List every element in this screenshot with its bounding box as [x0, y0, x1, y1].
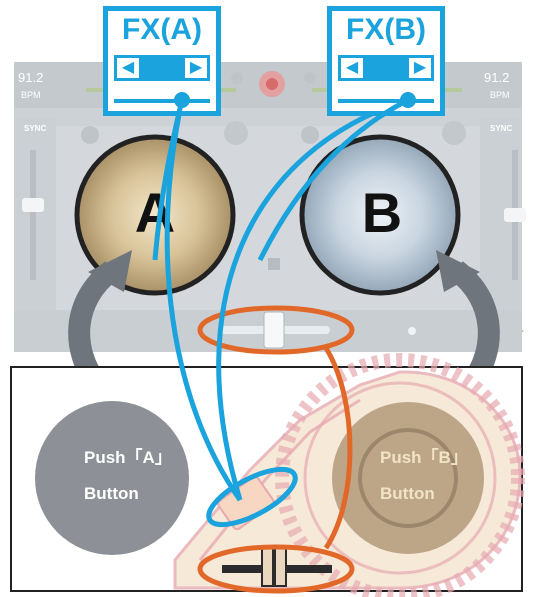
push-b-button[interactable]: [332, 402, 484, 554]
info-icon[interactable]: [304, 72, 316, 84]
push-b-label-line1: Push「B」: [380, 447, 468, 467]
cue-dot-icon[interactable]: [408, 327, 416, 335]
fx-b-underline: [338, 99, 434, 103]
deck-b-letter: B: [362, 181, 402, 244]
dj-controller-diagram: 91.2 BPM 91.2 BPM SYNC SYNC A B Push「A」 …: [10, 62, 526, 597]
right-pitch-fader[interactable]: [504, 208, 526, 222]
screen-crossfader-knob[interactable]: [263, 311, 285, 349]
fx-b-right-arrow-icon[interactable]: ▶: [409, 58, 431, 78]
push-a-label-line1: Push「A」: [84, 447, 172, 467]
fx-b-slider[interactable]: ◀ ▶: [338, 55, 434, 81]
sync-label-left[interactable]: SYNC: [24, 124, 46, 133]
controller-panel: [10, 353, 525, 597]
bpm-value-left: 91.2: [18, 70, 43, 85]
fx-b-left-arrow-icon[interactable]: ◀: [341, 58, 363, 78]
fx-a-left-arrow-icon[interactable]: ◀: [117, 58, 139, 78]
fx-a-title: FX(A): [122, 13, 202, 46]
push-a-button[interactable]: [35, 401, 189, 555]
push-a-label-line2: Button: [84, 484, 139, 503]
fx-a-slider[interactable]: ◀ ▶: [114, 55, 210, 81]
bpm-unit-left: BPM: [21, 90, 41, 100]
settings-icon[interactable]: [231, 72, 243, 84]
fx-a-callout: FX(A) ◀ ▶: [103, 6, 221, 116]
left-pitch-fader[interactable]: [22, 198, 44, 212]
left-pitch-track: [30, 150, 36, 280]
fx-b-title: FX(B): [346, 13, 426, 46]
grid-icon[interactable]: [268, 258, 280, 270]
headphones-icon-left[interactable]: [224, 121, 248, 145]
push-b-label-line2: Button: [380, 484, 435, 503]
sync-label-right[interactable]: SYNC: [490, 124, 512, 133]
fx-b-callout: FX(B) ◀ ▶: [327, 6, 445, 116]
headphones-icon-right[interactable]: [442, 121, 466, 145]
music-note-icon-right[interactable]: [301, 126, 319, 144]
bpm-value-right: 91.2: [484, 70, 509, 85]
fx-a-underline: [114, 99, 210, 103]
bpm-unit-right: BPM: [490, 90, 510, 100]
music-note-icon-left[interactable]: [81, 126, 99, 144]
fx-a-right-arrow-icon[interactable]: ▶: [185, 58, 207, 78]
